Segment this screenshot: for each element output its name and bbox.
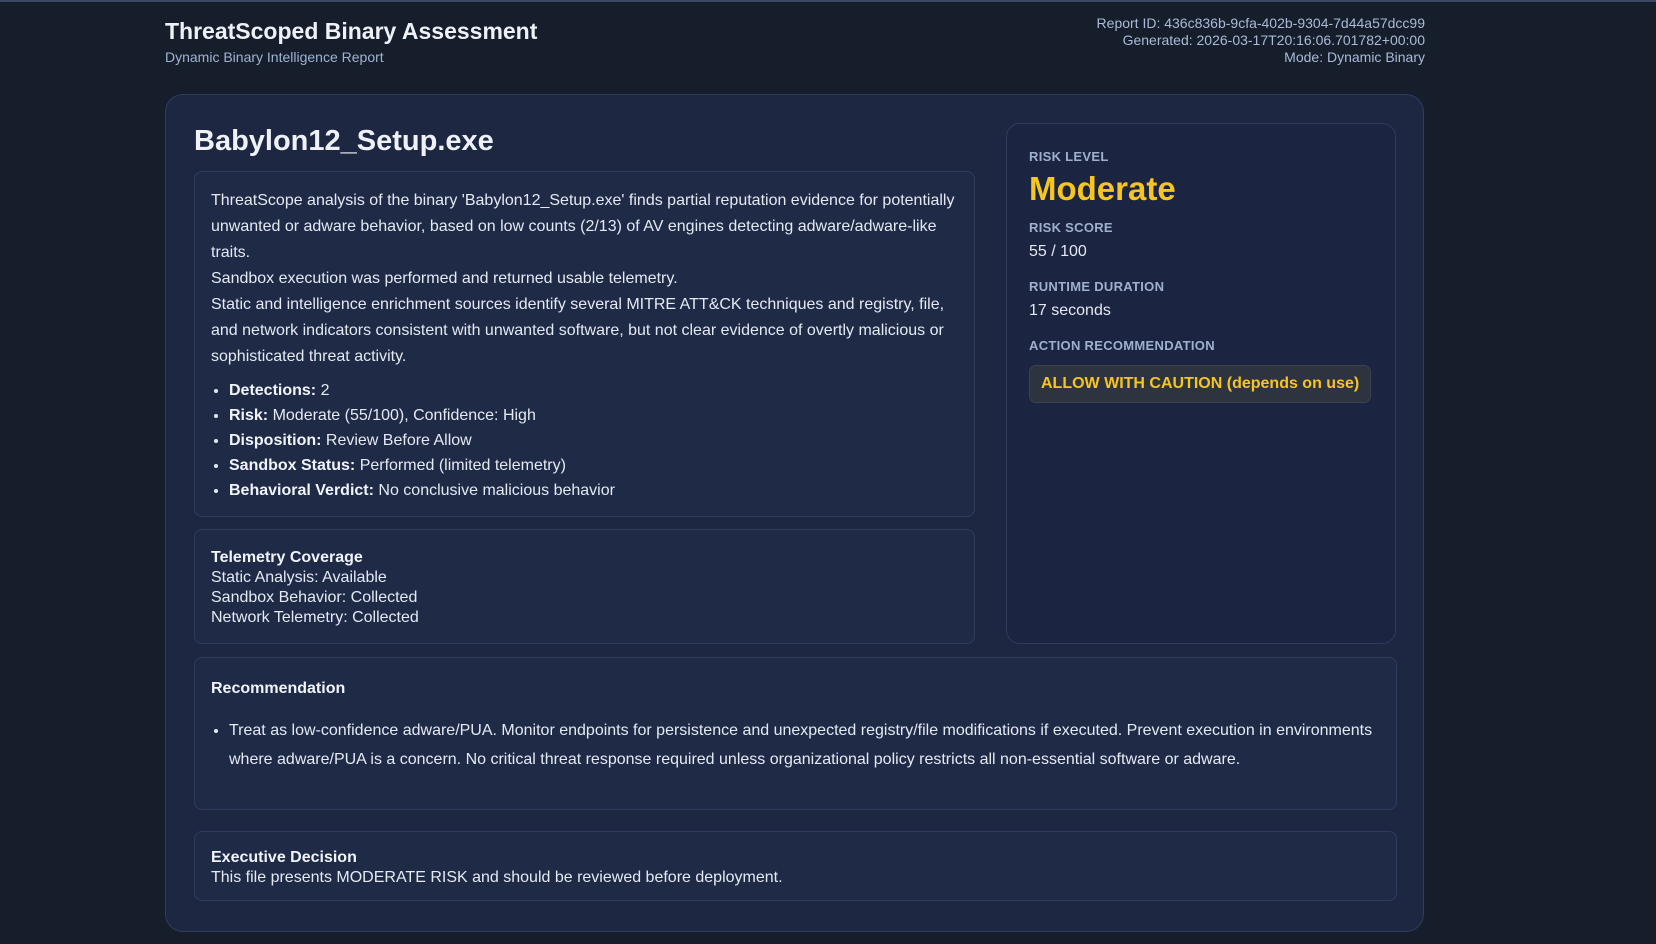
fact-behavioral-verdict: Behavioral Verdict: No conclusive malici… <box>229 478 958 503</box>
fact-value: No conclusive malicious behavior <box>378 482 615 499</box>
fact-label: Risk: <box>229 407 269 424</box>
telemetry-sandbox: Sandbox Behavior: Collected <box>211 589 418 606</box>
fact-risk: Risk: Moderate (55/100), Confidence: Hig… <box>229 403 958 428</box>
fact-value: Moderate (55/100), Confidence: High <box>272 407 536 424</box>
risk-level-label: RISK LEVEL <box>1029 149 1109 164</box>
report-card: Babylon12_Setup.exe ThreatScope analysis… <box>165 94 1424 932</box>
action-recommendation-label: ACTION RECOMMENDATION <box>1029 338 1215 353</box>
summary-paragraph: Static and intelligence enrichment sourc… <box>211 296 945 365</box>
summary-panel: ThreatScope analysis of the binary 'Baby… <box>194 171 975 517</box>
summary-facts-list: Detections: 2 Risk: Moderate (55/100), C… <box>211 378 958 503</box>
risk-score-label: RISK SCORE <box>1029 220 1113 235</box>
telemetry-title: Telemetry Coverage <box>211 549 363 566</box>
fact-label: Disposition: <box>229 432 322 449</box>
report-id: Report ID: 436c836b-9cfa-402b-9304-7d44a… <box>1096 15 1425 31</box>
report-generated: Generated: 2026-03-17T20:16:06.701782+00… <box>1122 32 1425 48</box>
fact-value: Review Before Allow <box>325 432 472 449</box>
file-name-title: Babylon12_Setup.exe <box>194 125 494 157</box>
fact-disposition: Disposition: Review Before Allow <box>229 428 958 453</box>
executive-decision-title: Executive Decision <box>211 849 357 866</box>
executive-decision-text: This file presents MODERATE RISK and sho… <box>211 869 783 886</box>
report-mode: Mode: Dynamic Binary <box>1284 49 1425 65</box>
recommendation-title: Recommendation <box>211 680 346 697</box>
summary-paragraph: ThreatScope analysis of the binary 'Baby… <box>211 192 955 261</box>
fact-label: Detections: <box>229 382 317 399</box>
telemetry-static: Static Analysis: Available <box>211 569 387 586</box>
fact-label: Sandbox Status: <box>229 457 356 474</box>
risk-score-value: 55 / 100 <box>1029 243 1087 260</box>
fact-detections: Detections: 2 <box>229 378 958 403</box>
recommendation-list: Treat as low-confidence adware/PUA. Moni… <box>211 716 1380 774</box>
runtime-duration-label: RUNTIME DURATION <box>1029 279 1165 294</box>
runtime-duration-value: 17 seconds <box>1029 302 1111 319</box>
fact-sandbox-status: Sandbox Status: Performed (limited telem… <box>229 453 958 478</box>
action-recommendation-badge[interactable]: ALLOW WITH CAUTION (depends on use) <box>1029 365 1372 403</box>
top-divider <box>0 0 1656 2</box>
fact-label: Behavioral Verdict: <box>229 482 374 499</box>
report-meta: Report ID: 436c836b-9cfa-402b-9304-7d44a… <box>1097 15 1425 66</box>
fact-value: Performed (limited telemetry) <box>359 457 566 474</box>
summary-paragraph: Sandbox execution was performed and retu… <box>211 270 678 287</box>
recommendation-item: Treat as low-confidence adware/PUA. Moni… <box>229 716 1380 774</box>
recommendation-panel: Recommendation Treat as low-confidence a… <box>194 657 1397 810</box>
telemetry-panel: Telemetry Coverage Static Analysis: Avai… <box>194 529 975 644</box>
risk-panel: RISK LEVEL Moderate RISK SCORE 55 / 100 … <box>1006 123 1396 644</box>
fact-value: 2 <box>320 382 330 399</box>
risk-level-value: Moderate <box>1029 170 1176 207</box>
executive-decision-panel: Executive Decision This file presents MO… <box>194 831 1397 901</box>
telemetry-network: Network Telemetry: Collected <box>211 609 419 626</box>
